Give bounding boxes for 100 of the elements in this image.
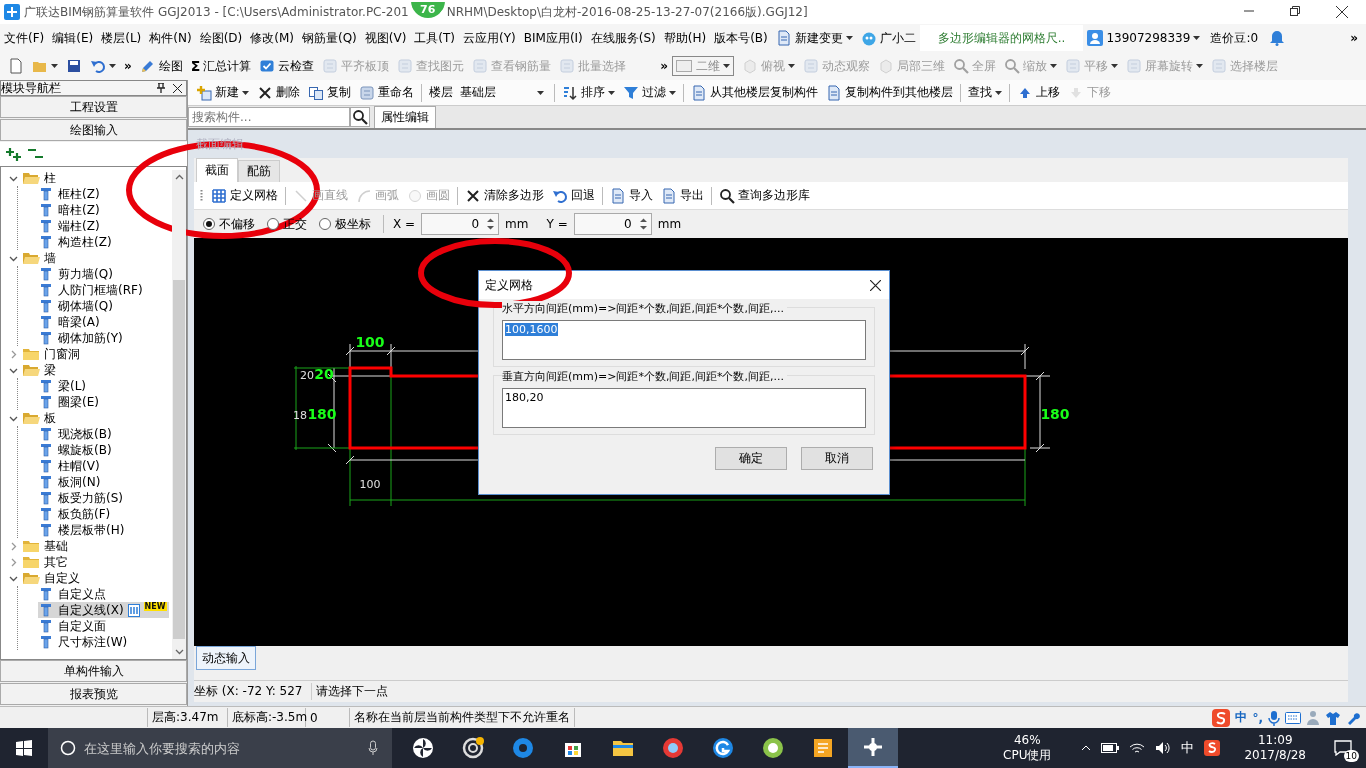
tree-item[interactable]: 梁 (1, 362, 58, 378)
caret-icon (1050, 64, 1058, 68)
search-field[interactable]: 在这里输入你要搜索的内容 (48, 728, 392, 768)
toolbar-button[interactable]: 重命名 (355, 81, 418, 104)
search-button[interactable] (350, 107, 370, 127)
tree-item[interactable]: 墙 (1, 250, 58, 266)
tree-item[interactable]: 自定义线(X) NEW (38, 602, 169, 618)
tree-item[interactable]: 其它 (1, 554, 70, 570)
menu-item[interactable]: 编辑(E) (48, 26, 98, 50)
tree-item[interactable]: 构造柱(Z) (38, 234, 114, 250)
tree-item[interactable]: 板受力筋(S) (38, 490, 125, 506)
tree-item[interactable]: 楼层板带(H) (38, 522, 127, 538)
menu-item[interactable]: 云应用(Y) (459, 26, 520, 50)
search-field[interactable]: 搜索构件... (188, 107, 350, 127)
arc-icon (356, 187, 372, 204)
tree-item[interactable]: 自定义面 (38, 618, 108, 634)
floor-dropdown[interactable]: 基础层 (457, 82, 547, 103)
tree-item[interactable]: 框柱(Z) (38, 186, 102, 202)
menu-item[interactable]: 在线服务(S) (586, 26, 660, 50)
tree-item[interactable]: 螺旋板(B) (38, 442, 114, 458)
tree-item[interactable]: 人防门框墙(RF) (38, 282, 145, 298)
toolbar-button[interactable]: 绘图 (135, 55, 187, 77)
tree-item[interactable]: 柱 (1, 170, 58, 186)
tab[interactable]: 属性编辑 (374, 106, 436, 128)
assistant-button[interactable]: 广小二 (856, 27, 920, 49)
menu-item[interactable]: BIM应用(I) (519, 26, 587, 50)
number-field[interactable]: 0 (573, 213, 652, 235)
menu-item[interactable]: 楼层(L) (97, 26, 146, 50)
taskbar-app-button[interactable] (848, 728, 898, 768)
toolbar-button[interactable]: 导入 (606, 184, 657, 207)
tree-item[interactable]: 剪力墙(Q) (38, 266, 115, 282)
overflow-button[interactable]: » (1350, 31, 1366, 45)
text-area[interactable]: 100,1600 (502, 320, 866, 360)
caret-icon (723, 64, 731, 68)
overflow-button[interactable]: » (660, 59, 669, 73)
tree-item[interactable]: 暗柱(Z) (38, 202, 102, 218)
app-icon (411, 736, 435, 760)
menu-item[interactable]: 绘图(D) (195, 26, 247, 50)
radio-button[interactable]: 不偏移 (200, 214, 258, 234)
menu-item[interactable]: 构件(N) (145, 26, 196, 50)
dynamic-input-button[interactable]: 动态输入 (196, 646, 256, 670)
toolbar-button[interactable]: 查找 (964, 81, 1006, 104)
tree-item[interactable]: 砌体墙(Q) (38, 298, 115, 314)
section-button[interactable]: 工程设置 (0, 96, 187, 118)
toolbar-button[interactable]: 上移 (1013, 81, 1064, 104)
caret-icon (537, 90, 544, 95)
toolbar-button[interactable]: Σ 汇总计算 (186, 55, 256, 77)
menu-item[interactable]: 版本号(B) (710, 26, 772, 50)
toolbar-button[interactable]: 清除多边形 (461, 184, 548, 207)
toolbar-button[interactable]: 定义网格 (207, 184, 282, 207)
toolbar-button[interactable]: 导出 (657, 184, 708, 207)
tree-item[interactable]: 圈梁(E) (38, 394, 101, 410)
folder-icon (22, 251, 40, 265)
menu-item[interactable]: 工具(T) (410, 26, 460, 50)
section-button[interactable]: 单构件输入 (0, 660, 187, 682)
radio-button[interactable]: 极坐标 (316, 214, 374, 234)
menu-item[interactable]: 修改(M) (246, 26, 298, 50)
dialog-button[interactable]: 确定 (715, 447, 787, 470)
notification-button[interactable]: 10 (1330, 733, 1360, 763)
menu-item[interactable]: 文件(F) (0, 26, 49, 50)
toolbar-button[interactable]: 回退 (548, 184, 599, 207)
tree-item[interactable]: 自定义点 (38, 586, 108, 602)
toolbar-button[interactable]: 删除 (253, 81, 304, 104)
toolbar-button[interactable]: 新建 (192, 81, 253, 104)
toolbar-button[interactable]: 云检查 (255, 55, 319, 77)
tree-item[interactable]: 柱帽(V) (38, 458, 102, 474)
dialog-button[interactable]: 取消 (801, 447, 873, 470)
tree-item[interactable]: 砌体加筋(Y) (38, 330, 125, 346)
number-field[interactable]: 0 (421, 213, 500, 235)
menu-item[interactable]: 钢筋量(Q) (297, 26, 361, 50)
toolbar-button[interactable]: 查询多边形库 (715, 184, 814, 207)
toolbar-button[interactable]: 新建变更 (771, 27, 857, 49)
menu-item[interactable]: 视图(V) (360, 26, 411, 50)
tree-item[interactable]: 门窗洞 (1, 346, 82, 362)
section-button[interactable]: 报表预览 (0, 683, 187, 705)
toolbar-button[interactable]: 复制构件到其他楼层 (822, 81, 957, 104)
toolbar-button[interactable]: 复制 (304, 81, 355, 104)
tree-item[interactable]: 暗梁(A) (38, 314, 102, 330)
menu-item[interactable]: 帮助(H) (659, 26, 711, 50)
tree-item[interactable]: 自定义 (1, 570, 82, 586)
caret-icon (1193, 36, 1201, 40)
tree-item[interactable]: 梁(L) (38, 378, 89, 394)
section-button[interactable]: 绘图输入 (0, 119, 187, 141)
tree-item[interactable]: 尺寸标注(W) (38, 634, 130, 650)
tree-item[interactable]: 端柱(Z) (38, 218, 102, 234)
account-button[interactable]: 13907298339 (1083, 27, 1205, 49)
tab[interactable]: 配筋 (238, 160, 280, 182)
tree-item[interactable]: 板洞(N) (38, 474, 103, 490)
tree-item[interactable]: 板 (1, 410, 58, 426)
expand-all-icon (6, 147, 22, 161)
text-area[interactable]: 180,20 (502, 388, 866, 428)
toolbar-button[interactable]: 排序 (558, 81, 619, 104)
toolbar-button[interactable]: 过滤 (619, 81, 680, 104)
overflow-button[interactable]: » (124, 59, 132, 73)
tab[interactable]: 截面 (196, 158, 238, 182)
tree-item[interactable]: 现浇板(B) (38, 426, 114, 442)
toolbar-button[interactable]: 从其他楼层复制构件 (687, 81, 822, 104)
tree-item[interactable]: 基础 (1, 538, 70, 554)
tree-item[interactable]: 板负筋(F) (38, 506, 113, 522)
collapse-all-icon (28, 147, 44, 161)
